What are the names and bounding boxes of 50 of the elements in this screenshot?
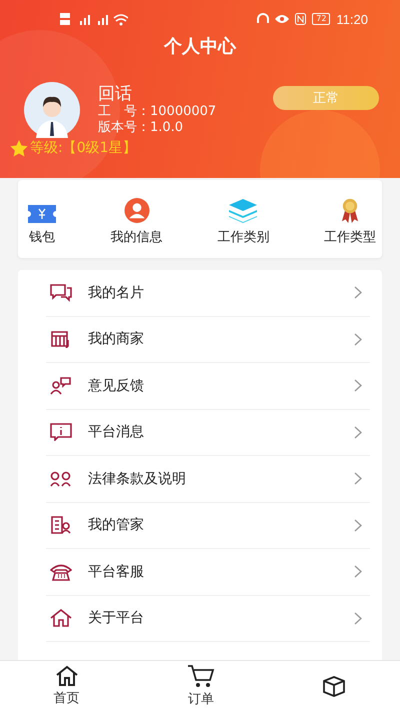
menu-item[interactable]: 平台消息	[46, 410, 370, 456]
nav-tab[interactable]: 订单	[186, 664, 215, 708]
level-text: 等级:【0级1星】	[30, 139, 137, 157]
signal-icon	[60, 12, 128, 26]
battery-icon: 72	[312, 13, 330, 25]
menu-item[interactable]: 我的名片	[46, 270, 370, 316]
user-icon	[124, 198, 150, 223]
employee-number: 工 号：10000007	[98, 104, 218, 120]
menu-item[interactable]: 我的商家	[46, 316, 370, 363]
menu-item[interactable]: 法律条款及说明	[46, 456, 370, 502]
shortcut-label[interactable]: 我的信息	[110, 228, 163, 246]
info-message-icon	[50, 423, 72, 442]
chevron-icon	[354, 426, 362, 439]
chevron-icon	[354, 612, 362, 625]
menu-item[interactable]: 平台客服	[46, 549, 370, 596]
nfc-icon	[295, 13, 306, 25]
chevron-icon	[354, 472, 362, 486]
nav-tab[interactable]: 首页	[54, 665, 80, 707]
chevron-icon	[354, 379, 362, 392]
user-name: 回话	[98, 84, 133, 104]
page-title: 个人中心	[162, 35, 238, 58]
chevron-icon	[354, 286, 362, 300]
eye-icon	[275, 14, 290, 24]
status-badge: 正常	[273, 86, 379, 110]
people-icon	[50, 470, 72, 488]
headphones-icon	[257, 13, 270, 25]
version-number: 版本号：1.0.0	[98, 120, 184, 136]
telephone-icon	[50, 562, 72, 581]
cart-icon	[186, 664, 215, 688]
star-icon	[10, 140, 28, 156]
shortcut-label[interactable]: 工作类型	[324, 228, 376, 246]
menu-item[interactable]: 关于平台	[46, 596, 370, 642]
menu-item[interactable]: 意见反馈	[46, 363, 370, 410]
id-card-icon	[50, 516, 72, 534]
box-icon[interactable]	[322, 675, 346, 697]
chevron-icon	[354, 518, 362, 532]
shortcut-label[interactable]: 工作类别	[217, 228, 270, 246]
chevron-icon	[354, 332, 362, 346]
building-icon	[50, 330, 72, 348]
chat-icon	[50, 284, 72, 302]
home-icon	[54, 665, 79, 687]
menu-item[interactable]: 我的管家	[46, 502, 370, 549]
status-time: 11:20	[336, 12, 368, 26]
ticket-icon	[28, 205, 56, 223]
house-icon	[50, 609, 72, 628]
chevron-icon	[354, 565, 362, 578]
people-chat-icon	[50, 376, 72, 395]
layers-icon	[229, 199, 258, 223]
avatar	[24, 82, 80, 138]
shortcut-label[interactable]: 钱包	[29, 228, 55, 246]
